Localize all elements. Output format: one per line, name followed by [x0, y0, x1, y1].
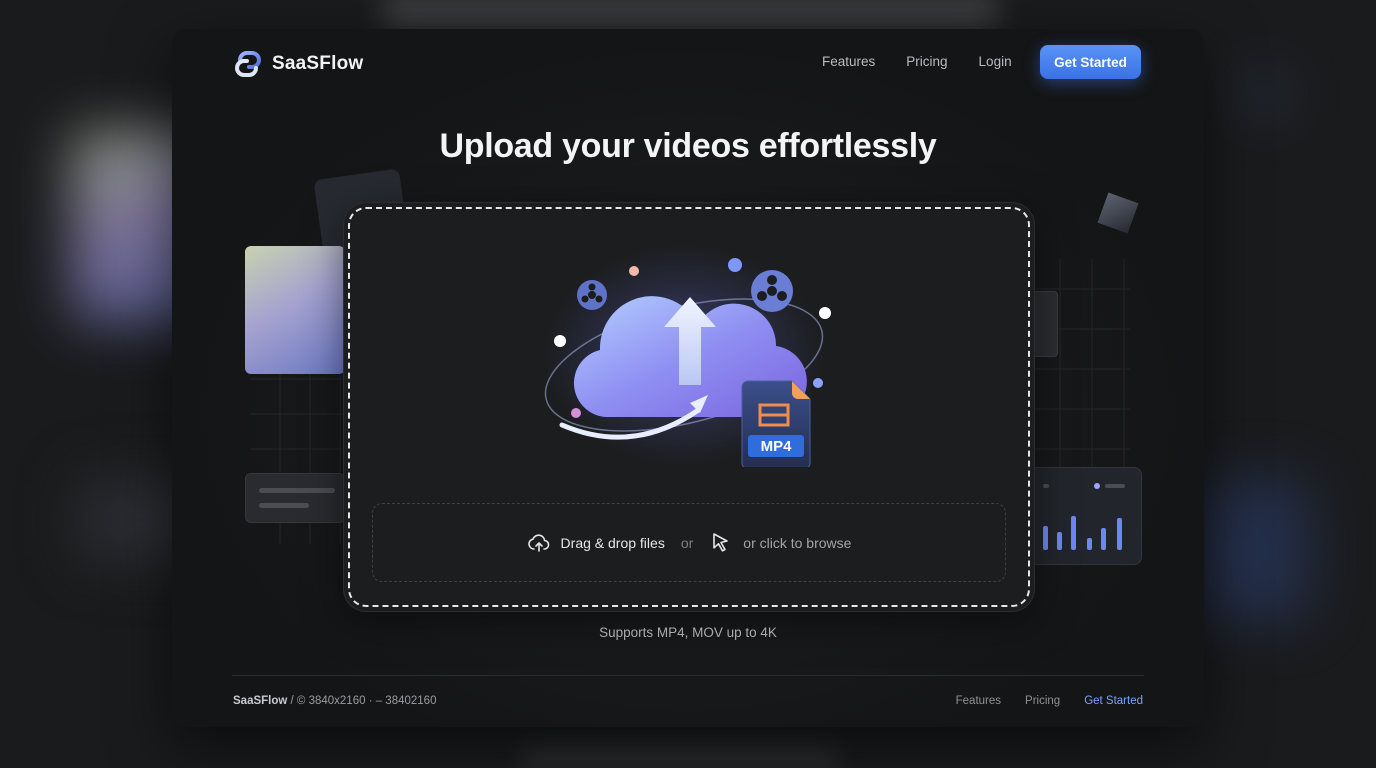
decorative-diamond-shape: [1097, 192, 1139, 234]
file-dropzone[interactable]: Drag & drop files or or click to browse: [372, 503, 1006, 582]
brand-name: SaaSFlow: [272, 53, 364, 74]
or-separator: or: [680, 534, 694, 551]
brand[interactable]: SaaSFlow: [232, 48, 363, 80]
get-started-button[interactable]: Get Started: [1040, 45, 1141, 79]
footer-copyright: SaaSFlow / © 3840x2160 · – 38402160: [233, 695, 436, 707]
cloud-upload-icon: [527, 533, 549, 552]
file-badge-label: MP4: [761, 438, 793, 455]
footer-copyright-text: / © 3840x2160 · – 38402160: [287, 695, 437, 707]
pointer-cursor-icon: [713, 532, 729, 552]
supported-formats-note: Supports MP4, MOV up to 4K: [599, 625, 777, 640]
footer-link-pricing[interactable]: Pricing: [1025, 695, 1060, 707]
footer-links: Features Pricing Get Started: [956, 695, 1143, 707]
background-blur-dot: [1244, 74, 1284, 114]
drag-drop-label: Drag & drop files: [560, 534, 665, 551]
nav-link-login[interactable]: Login: [979, 54, 1012, 69]
decorative-bar-chart: [1030, 467, 1142, 565]
background-blur-bottom: [520, 744, 840, 768]
background-blur-panel-right: [1200, 480, 1310, 620]
cloud-upload-illustration-icon: MP4: [544, 245, 831, 467]
decorative-tab: [1030, 291, 1058, 357]
footer-divider: [232, 675, 1144, 676]
page-title: Upload your videos effortlessly: [439, 127, 937, 165]
footer-link-features[interactable]: Features: [956, 695, 1001, 707]
nav-links: Features Pricing Login: [822, 54, 1012, 69]
nav-link-pricing[interactable]: Pricing: [906, 54, 947, 69]
decorative-image-card: [245, 246, 345, 374]
top-nav: SaaSFlow Features Pricing Login Get Star…: [172, 29, 1204, 95]
upload-card: MP4 Drag & drop files or or click to bro…: [344, 203, 1034, 611]
chain-link-logo-icon: [235, 51, 261, 77]
footer-brand: SaaSFlow: [233, 695, 288, 707]
nav-link-features[interactable]: Features: [822, 54, 875, 69]
background-blur-title: [380, 0, 1000, 32]
decorative-text-panel: [245, 473, 345, 523]
footer-link-get-started[interactable]: Get Started: [1084, 695, 1143, 707]
click-to-browse-link[interactable]: or click to browse: [743, 535, 851, 551]
app-window: SaaSFlow Features Pricing Login Get Star…: [172, 29, 1204, 727]
